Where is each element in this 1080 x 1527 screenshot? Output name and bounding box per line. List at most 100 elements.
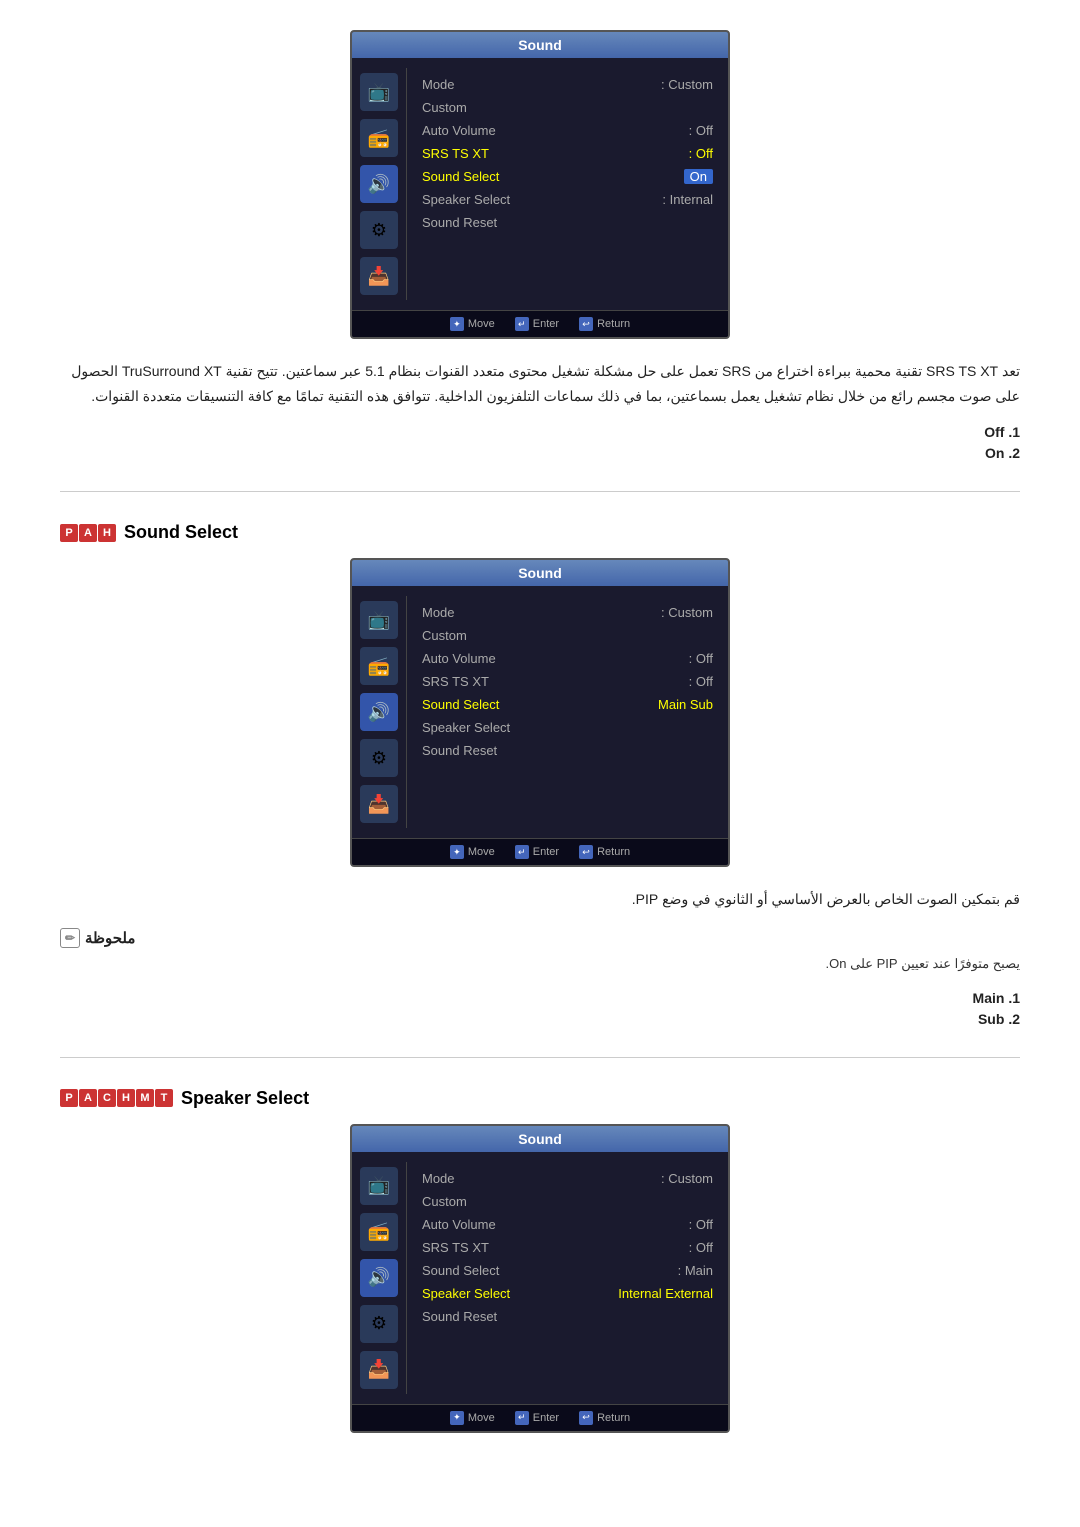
tv-menu-footer-soundselect: ✦ Move ↵ Enter ↩ Return: [352, 838, 728, 865]
tv2-menu-item-soundreset: Sound Reset: [422, 739, 713, 762]
note-icon: ✏: [60, 928, 80, 948]
tv-menu-box-speakerselect: Sound 📺 📻 🔊 ⚙ 📥 Mode : Custom: [350, 1124, 730, 1433]
srs-option-off-label: Off: [984, 424, 1004, 440]
tv-menu-box-soundselect: Sound 📺 📻 🔊 ⚙ 📥 Mode : Custom: [350, 558, 730, 867]
badge-m: M: [136, 1089, 154, 1107]
speaker-internal-option: Internal: [618, 1286, 661, 1301]
tv-sidebar-speakerselect: 📺 📻 🔊 ⚙ 📥: [352, 1162, 407, 1394]
tv-menu-body-srs: 📺 📻 🔊 ⚙ 📥 Mode : Custom Custom: [352, 58, 728, 310]
tv-menu-items-speakerselect: Mode : Custom Custom Auto Volume : Off S…: [407, 1162, 728, 1394]
tv3-menu-item-srs: SRS TS XT : Off: [422, 1236, 713, 1259]
sidebar-icon-input: 📥: [360, 257, 398, 295]
srs-option-off: 1. Off: [60, 424, 1020, 440]
tv2-menu-item-speakerselect: Speaker Select: [422, 716, 713, 739]
footer3-enter: ↵ Enter: [515, 1411, 559, 1425]
sidebar-icon-picture: 📺: [360, 73, 398, 111]
sidebar3-icon-input: 📥: [360, 1351, 398, 1389]
tv2-menu-item-mode: Mode : Custom: [422, 601, 713, 624]
tv3-item-label-custom: Custom: [422, 1194, 467, 1209]
badge-p: P: [60, 524, 78, 542]
item-value-speakerselect: : Internal: [662, 192, 713, 207]
footer2-enter-label: Enter: [533, 846, 559, 858]
section-soundselect: Sound Select H A P Sound 📺 📻 🔊 ⚙ 📥: [60, 522, 1020, 1026]
item-label-speakerselect: Speaker Select: [422, 192, 510, 207]
tv-menu-item-soundreset: Sound Reset: [422, 211, 713, 234]
tv3-menu-item-soundselect: Sound Select : Main: [422, 1259, 713, 1282]
return3-icon: ↩: [579, 1411, 593, 1425]
sidebar2-icon-channel: 📻: [360, 647, 398, 685]
divider-1: [60, 491, 1020, 492]
tv3-menu-item-autovolume: Auto Volume : Off: [422, 1213, 713, 1236]
tv-menu-item-speakerselect: Speaker Select : Internal: [422, 188, 713, 211]
item-value-mode: : Custom: [661, 77, 713, 92]
sidebar2-icon-setup: ⚙: [360, 739, 398, 777]
tv-menu-box-srs: Sound 📺 📻 🔊 ⚙ 📥 Mode : Custom: [350, 30, 730, 339]
tv2-item-value-soundselect: Main Sub: [658, 697, 713, 712]
move3-icon: ✦: [450, 1411, 464, 1425]
sidebar3-icon-channel: 📻: [360, 1213, 398, 1251]
tv3-menu-item-mode: Mode : Custom: [422, 1167, 713, 1190]
item-label-mode: Mode: [422, 77, 455, 92]
footer3-enter-label: Enter: [533, 1412, 559, 1424]
tv3-item-value-srs: : Off: [689, 1240, 713, 1255]
sound-main-option: Main: [658, 697, 686, 712]
speakerselect-title: Speaker Select: [181, 1088, 309, 1109]
tv2-menu-item-soundselect: Sound Select Main Sub: [422, 693, 713, 716]
item-label-autovolume: Auto Volume: [422, 123, 496, 138]
srs-option-on-label: On: [985, 445, 1004, 461]
item-value-autovolume: : Off: [689, 123, 713, 138]
tv-menu-items-srs: Mode : Custom Custom Auto Volume : Off: [407, 68, 728, 300]
sidebar3-icon-picture: 📺: [360, 1167, 398, 1205]
tv2-menu-item-custom: Custom: [422, 624, 713, 647]
footer3-move-label: Move: [468, 1412, 495, 1424]
tv3-item-label-mode: Mode: [422, 1171, 455, 1186]
sidebar2-icon-input: 📥: [360, 785, 398, 823]
item-value-soundselect: On: [684, 169, 713, 184]
tv-menu-footer-speakerselect: ✦ Move ↵ Enter ↩ Return: [352, 1404, 728, 1431]
footer-return: ↩ Return: [579, 317, 630, 331]
note-title: ملحوظة ✏: [60, 928, 1020, 948]
badge-c: C: [98, 1089, 116, 1107]
tv-menu-body-speakerselect: 📺 📻 🔊 ⚙ 📥 Mode : Custom Custom: [352, 1152, 728, 1404]
srs-options-list: 1. Off 2. On: [60, 424, 1020, 461]
srs-option-off-num: 1.: [1008, 424, 1020, 440]
page-content: Sound 📺 📻 🔊 ⚙ 📥 Mode : Custom: [0, 0, 1080, 1483]
enter3-icon: ↵: [515, 1411, 529, 1425]
tv-menu-srs: Sound 📺 📻 🔊 ⚙ 📥 Mode : Custom: [60, 30, 1020, 339]
note-text: يصبح متوفرًا عند تعيين PIP على On.: [60, 953, 1020, 975]
sidebar-icon-sound: 🔊: [360, 165, 398, 203]
tv2-item-label-srs: SRS TS XT: [422, 674, 489, 689]
sidebar-icon-setup: ⚙: [360, 211, 398, 249]
tv2-item-value-srs: : Off: [689, 674, 713, 689]
sound-sub-option: Sub: [690, 697, 713, 712]
tv-menu-body-soundselect: 📺 📻 🔊 ⚙ 📥 Mode : Custom Custom: [352, 586, 728, 838]
item-label-srs: SRS TS XT: [422, 146, 489, 161]
tv2-item-label-speakerselect: Speaker Select: [422, 720, 510, 735]
tv2-menu-item-autovolume: Auto Volume : Off: [422, 647, 713, 670]
tv-menu-item-mode: Mode : Custom: [422, 73, 713, 96]
tv-menu-item-srs: SRS TS XT : Off: [422, 142, 713, 165]
badge-a2: A: [79, 1089, 97, 1107]
tv-menu-items-soundselect: Mode : Custom Custom Auto Volume : Off S…: [407, 596, 728, 828]
tv3-menu-item-soundreset: Sound Reset: [422, 1305, 713, 1328]
tv-menu-speakerselect: Sound 📺 📻 🔊 ⚙ 📥 Mode : Custom: [60, 1124, 1020, 1433]
soundselect-option-sub: 2. Sub: [60, 1011, 1020, 1027]
sidebar2-icon-sound: 🔊: [360, 693, 398, 731]
soundselect-description: قم بتمكين الصوت الخاص بالعرض الأساسي أو …: [60, 887, 1020, 912]
sidebar-icon-channel: 📻: [360, 119, 398, 157]
soundselect-note: ملحوظة ✏ يصبح متوفرًا عند تعيين PIP على …: [60, 928, 1020, 975]
soundselect-option-sub-num: 2.: [1008, 1011, 1020, 1027]
tv3-item-label-srs: SRS TS XT: [422, 1240, 489, 1255]
footer-enter-label: Enter: [533, 318, 559, 330]
soundselect-option-main-label: Main: [973, 990, 1005, 1006]
speakerselect-header: Speaker Select T M H C A P: [60, 1088, 1020, 1109]
tv3-menu-item-custom: Custom: [422, 1190, 713, 1213]
tv-menu-item-autovolume: Auto Volume : Off: [422, 119, 713, 142]
footer2-return-label: Return: [597, 846, 630, 858]
enter-icon: ↵: [515, 317, 529, 331]
footer-move-label: Move: [468, 318, 495, 330]
item-value-srs: : Off: [689, 146, 713, 161]
tv3-item-label-speakerselect: Speaker Select: [422, 1286, 510, 1301]
tv2-item-label-custom: Custom: [422, 628, 467, 643]
footer2-move: ✦ Move: [450, 845, 495, 859]
